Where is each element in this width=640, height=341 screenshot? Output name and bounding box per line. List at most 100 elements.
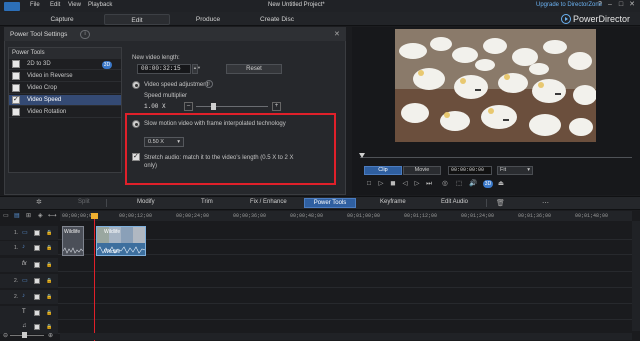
- edit-audio-button[interactable]: Edit Audio: [441, 199, 468, 205]
- play-icon[interactable]: ▷: [376, 179, 386, 189]
- keyframe-button[interactable]: Keyframe: [380, 199, 406, 205]
- more-tools-icon[interactable]: ⋯: [542, 199, 549, 207]
- volume-icon[interactable]: 🔊: [468, 179, 478, 189]
- music-track-icon: ♫: [22, 323, 27, 329]
- tool-checkbox-2d-to-3d[interactable]: [12, 60, 20, 68]
- tool-item-video-crop[interactable]: [9, 83, 121, 94]
- close-window-button[interactable]: ✕: [628, 1, 636, 9]
- tool-item-video-speed[interactable]: [9, 95, 121, 106]
- tick-label: 00;01;36;00: [518, 213, 552, 219]
- track-enable-checkbox[interactable]: [34, 310, 40, 316]
- track-enable-checkbox[interactable]: [34, 278, 40, 284]
- video-track-icon: ▭: [22, 278, 28, 284]
- increase-speed-button[interactable]: +: [272, 102, 281, 111]
- zoom-in-icon[interactable]: ⊕: [48, 332, 53, 339]
- project-title: New Untitled Project*: [268, 2, 325, 8]
- tool-checkbox-video-in-reverse[interactable]: [12, 72, 20, 80]
- zoom-fit-select[interactable]: Fit ▾: [497, 166, 533, 175]
- info-icon[interactable]: i: [80, 30, 90, 39]
- fix-enhance-button[interactable]: Fix / Enhance: [250, 199, 287, 205]
- tool-checkbox-video-crop[interactable]: [12, 84, 20, 92]
- speed-slider-track[interactable]: [196, 106, 268, 107]
- lock-icon[interactable]: 🔒: [46, 262, 52, 268]
- speed-info-icon[interactable]: i: [205, 80, 213, 88]
- next-frame-icon[interactable]: ▷: [412, 179, 422, 189]
- detach-preview-icon[interactable]: ⬚: [454, 179, 464, 189]
- previous-frame-icon[interactable]: ◁: [400, 179, 410, 189]
- pause-icon[interactable]: ◼: [388, 179, 398, 189]
- track-number: 1.: [14, 230, 19, 236]
- track-enable-checkbox[interactable]: [34, 324, 40, 330]
- lock-icon[interactable]: 🔒: [46, 230, 52, 236]
- power-tools-button[interactable]: Power Tools: [304, 198, 356, 208]
- tab-edit[interactable]: Edit: [104, 14, 170, 25]
- menu-edit[interactable]: Edit: [50, 2, 60, 8]
- tab-capture[interactable]: Capture: [30, 14, 94, 25]
- tab-produce[interactable]: Produce: [178, 14, 238, 25]
- menu-playback[interactable]: Playback: [88, 2, 112, 8]
- lock-icon[interactable]: 🔒: [46, 245, 52, 251]
- panel-close-icon[interactable]: ✕: [334, 30, 340, 38]
- track-enable-checkbox[interactable]: [34, 294, 40, 300]
- track-enable-checkbox[interactable]: [34, 262, 40, 268]
- lock-icon[interactable]: 🔒: [46, 294, 52, 300]
- playhead-handle[interactable]: [91, 213, 98, 219]
- preview-scrub-bar[interactable]: [360, 157, 632, 158]
- tab-create-disc[interactable]: Create Disc: [246, 14, 308, 25]
- marker-icon[interactable]: ◈: [38, 212, 43, 219]
- slowmo-label: Slow motion video with frame interpolate…: [144, 121, 286, 127]
- clip-mode-button[interactable]: Clip: [364, 166, 402, 175]
- upgrade-link[interactable]: Upgrade to DirectorZone: [536, 2, 602, 8]
- track-enable-checkbox[interactable]: [34, 230, 40, 236]
- modify-button[interactable]: Modify: [137, 199, 155, 205]
- split-button[interactable]: Split: [78, 199, 90, 205]
- fast-forward-icon[interactable]: ⏭: [424, 179, 434, 189]
- track-manager-icon[interactable]: ⊞: [26, 212, 31, 219]
- preview-scrub-knob[interactable]: [359, 153, 365, 158]
- trim-button[interactable]: Trim: [201, 199, 213, 205]
- 3d-mode-icon[interactable]: 3D: [483, 180, 493, 188]
- length-spinner[interactable]: ▲▼: [192, 64, 201, 74]
- timeline-view-icon[interactable]: ▤: [14, 212, 20, 219]
- menu-view[interactable]: View: [68, 2, 81, 8]
- slowmo-speed-select[interactable]: 0.50 X ▾: [144, 137, 184, 147]
- tool-checkbox-video-speed[interactable]: [12, 95, 20, 104]
- tool-checkbox-video-rotation[interactable]: [12, 108, 20, 116]
- minimize-button[interactable]: –: [606, 1, 614, 9]
- zoom-out-icon[interactable]: ⊖: [3, 332, 8, 339]
- fit-timeline-icon[interactable]: ⟷: [48, 212, 57, 219]
- speed-adjustment-label: Video speed adjustment: [144, 82, 209, 88]
- lock-icon[interactable]: 🔒: [46, 324, 52, 330]
- track-enable-checkbox[interactable]: [34, 245, 40, 251]
- storyboard-view-icon[interactable]: ▭: [3, 212, 9, 219]
- new-length-input[interactable]: 00:00:32:15: [137, 64, 191, 74]
- menu-file[interactable]: File: [30, 2, 40, 8]
- reset-button[interactable]: Reset: [226, 64, 282, 74]
- snapshot-icon[interactable]: ◎: [440, 179, 450, 189]
- track-number: 2.: [14, 294, 19, 300]
- toolbar-divider: [106, 199, 107, 207]
- lock-icon[interactable]: 🔒: [46, 278, 52, 284]
- preview-timecode[interactable]: 00:00:00:00: [448, 166, 492, 175]
- zoom-fit-value: Fit: [500, 167, 507, 173]
- toolbar-divider: [486, 199, 487, 207]
- stop-icon[interactable]: □: [364, 179, 374, 189]
- timeline-playhead[interactable]: [94, 213, 95, 341]
- movie-mode-button[interactable]: Movie: [403, 166, 441, 175]
- stretch-audio-checkbox[interactable]: [132, 152, 140, 161]
- timeline-vertical-scrollbar[interactable]: [632, 221, 640, 331]
- help-button[interactable]: ?: [596, 1, 604, 9]
- lock-icon[interactable]: 🔒: [46, 310, 52, 316]
- speed-adjustment-radio[interactable]: [132, 81, 140, 89]
- title-track-icon: T: [22, 309, 26, 315]
- slowmo-radio[interactable]: [132, 120, 140, 128]
- decrease-speed-button[interactable]: –: [184, 102, 193, 111]
- preview-settings-icon[interactable]: ⏏: [496, 179, 506, 189]
- timeline-zoom-knob[interactable]: [22, 332, 27, 338]
- speed-slider-knob[interactable]: [211, 103, 216, 110]
- timeline-zoom-slider[interactable]: [10, 335, 44, 336]
- delete-icon[interactable]: 🗑: [496, 199, 505, 207]
- timeline-horizontal-scrollbar[interactable]: [60, 333, 632, 340]
- magic-tools-icon[interactable]: ✲: [36, 198, 42, 206]
- maximize-button[interactable]: □: [617, 1, 625, 9]
